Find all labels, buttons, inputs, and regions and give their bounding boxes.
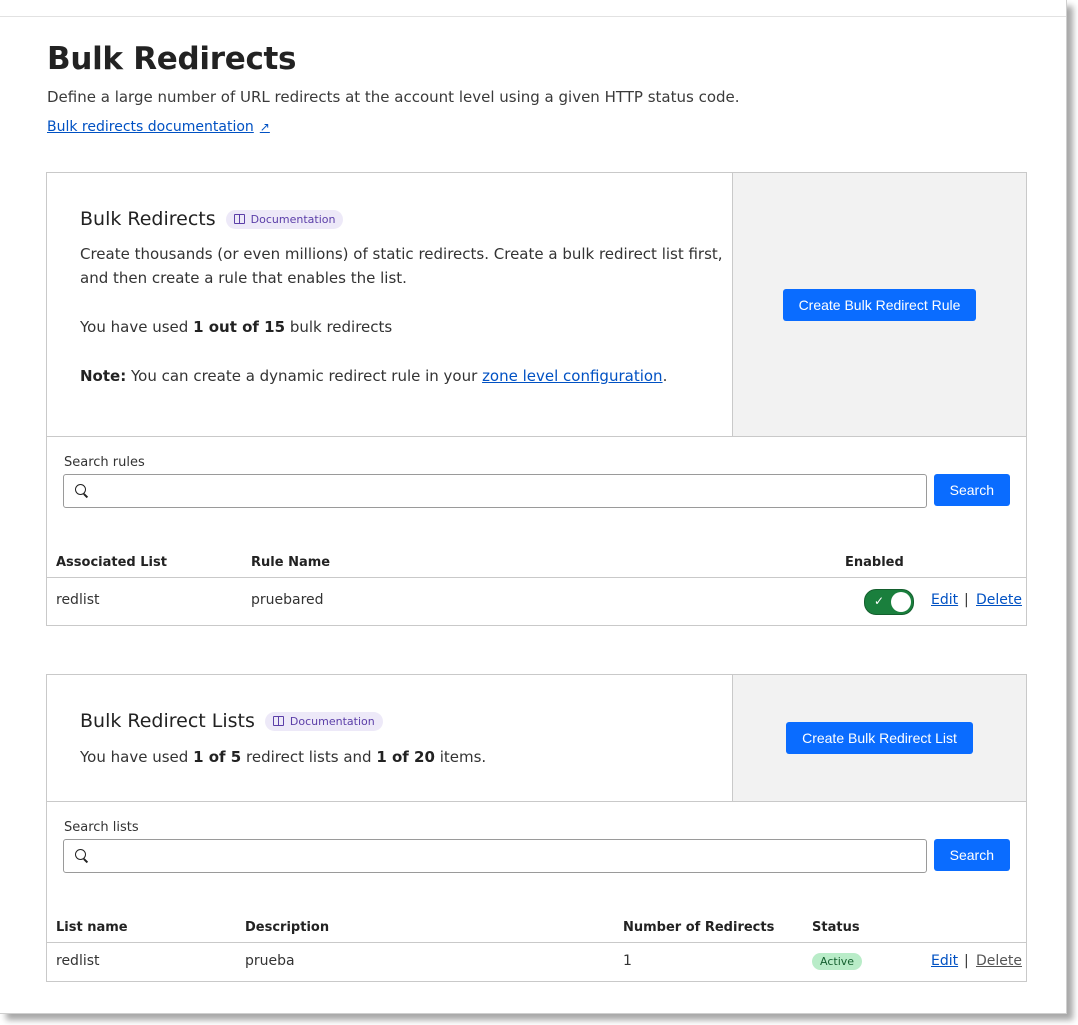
edit-rule-link[interactable]: Edit: [931, 592, 958, 608]
page-frame: Bulk Redirects Define a large number of …: [0, 0, 1067, 1014]
documentation-badge[interactable]: Documentation: [264, 711, 383, 731]
lists-table-header: List name Description Number of Redirect…: [47, 916, 1026, 943]
enabled-toggle[interactable]: ✓: [864, 589, 914, 615]
zone-configuration-link[interactable]: zone level configuration: [482, 367, 663, 385]
rules-card-title-text: Bulk Redirects: [80, 208, 216, 230]
rules-usage-prefix: You have used: [80, 318, 189, 336]
page-title: Bulk Redirects: [47, 41, 297, 77]
lists-card-action-panel: Create Bulk Redirect List: [732, 675, 1026, 801]
search-lists-field[interactable]: [63, 839, 927, 873]
search-icon: [75, 484, 86, 495]
create-bulk-redirect-list-button[interactable]: Create Bulk Redirect List: [786, 722, 973, 754]
row-associated-list: redlist: [56, 592, 100, 608]
rules-table-header: Associated List Rule Name Enabled: [47, 551, 1026, 578]
column-header-rule-name: Rule Name: [251, 555, 331, 570]
row-description: prueba: [245, 953, 295, 969]
lists-card-title-text: Bulk Redirect Lists: [80, 710, 255, 732]
check-icon: ✓: [874, 594, 885, 608]
search-lists-label: Search lists: [64, 820, 139, 835]
search-rules-field[interactable]: [63, 474, 927, 508]
rules-card-description: Create thousands (or even millions) of s…: [80, 242, 723, 290]
delete-list-link[interactable]: Delete: [976, 953, 1022, 969]
book-icon: [233, 214, 245, 224]
search-lists-input[interactable]: [96, 840, 920, 872]
toggle-knob: [891, 592, 911, 612]
column-header-number-of-redirects: Number of Redirects: [623, 920, 775, 935]
rules-usage-suffix: bulk redirects: [289, 318, 393, 336]
edit-list-link[interactable]: Edit: [931, 953, 958, 969]
book-icon: [272, 716, 284, 726]
search-rules-label: Search rules: [64, 455, 145, 470]
column-header-enabled: Enabled: [845, 555, 904, 570]
search-lists-button[interactable]: Search: [933, 839, 1010, 871]
table-row: redlist prueba 1 Active Edit | Delete: [47, 943, 1026, 980]
note-label: Note:: [80, 367, 127, 385]
rules-card-header: Bulk Redirects Documentation Create thou…: [47, 173, 1026, 437]
documentation-badge[interactable]: Documentation: [225, 209, 344, 229]
note-text: You can create a dynamic redirect rule i…: [130, 367, 478, 385]
lists-card-title: Bulk Redirect Lists Documentation: [80, 710, 383, 732]
rules-note: Note: You can create a dynamic redirect …: [80, 364, 667, 388]
create-bulk-redirect-rule-button[interactable]: Create Bulk Redirect Rule: [782, 288, 977, 321]
lists-usage-mid: redirect lists and: [246, 748, 372, 766]
search-rules-input[interactable]: [96, 475, 920, 507]
search-icon: [75, 849, 86, 860]
note-end: .: [662, 367, 668, 385]
search-rules-button[interactable]: Search: [933, 474, 1010, 506]
documentation-link[interactable]: Bulk redirects documentation ↗: [47, 119, 270, 135]
items-count: 1 of 20: [376, 748, 435, 766]
row-redirect-count: 1: [623, 953, 632, 969]
status-badge: Active: [812, 953, 863, 970]
external-link-icon: ↗: [259, 120, 270, 134]
row-list-name: redlist: [56, 953, 100, 969]
column-header-description: Description: [245, 920, 330, 935]
bulk-redirect-rules-card: Bulk Redirects Documentation Create thou…: [46, 172, 1027, 626]
lists-usage-text: You have used 1 of 5 redirect lists and …: [80, 745, 486, 769]
lists-count: 1 of 5: [193, 748, 242, 766]
rules-description-line1: Create thousands (or even millions) of s…: [80, 245, 723, 263]
delete-rule-link[interactable]: Delete: [976, 592, 1022, 608]
rules-usage-count: 1 out of 15: [193, 318, 286, 336]
column-header-list-name: List name: [56, 920, 128, 935]
action-separator: |: [964, 953, 969, 969]
rules-card-title: Bulk Redirects Documentation: [80, 208, 344, 230]
rules-description-line2: and then create a rule that enables the …: [80, 269, 407, 287]
rules-usage-text: You have used 1 out of 15 bulk redirects: [80, 315, 392, 339]
lists-card-header: Bulk Redirect Lists Documentation You ha…: [47, 675, 1026, 802]
documentation-badge-label[interactable]: Documentation: [251, 213, 336, 226]
lists-usage-prefix: You have used: [80, 748, 189, 766]
column-header-status: Status: [812, 920, 860, 935]
lists-usage-suffix: items.: [439, 748, 487, 766]
action-separator: |: [964, 592, 969, 608]
page-description: Define a large number of URL redirects a…: [47, 88, 740, 106]
top-divider: [0, 16, 1066, 17]
row-rule-name: pruebared: [251, 592, 324, 608]
column-header-associated-list: Associated List: [56, 555, 167, 570]
rules-card-action-panel: Create Bulk Redirect Rule: [732, 173, 1026, 436]
bulk-redirect-lists-card: Bulk Redirect Lists Documentation You ha…: [46, 674, 1027, 982]
documentation-link-label[interactable]: Bulk redirects documentation: [47, 119, 254, 135]
table-row: redlist pruebared ✓ Edit | Delete: [47, 578, 1026, 624]
documentation-badge-label[interactable]: Documentation: [290, 715, 375, 728]
